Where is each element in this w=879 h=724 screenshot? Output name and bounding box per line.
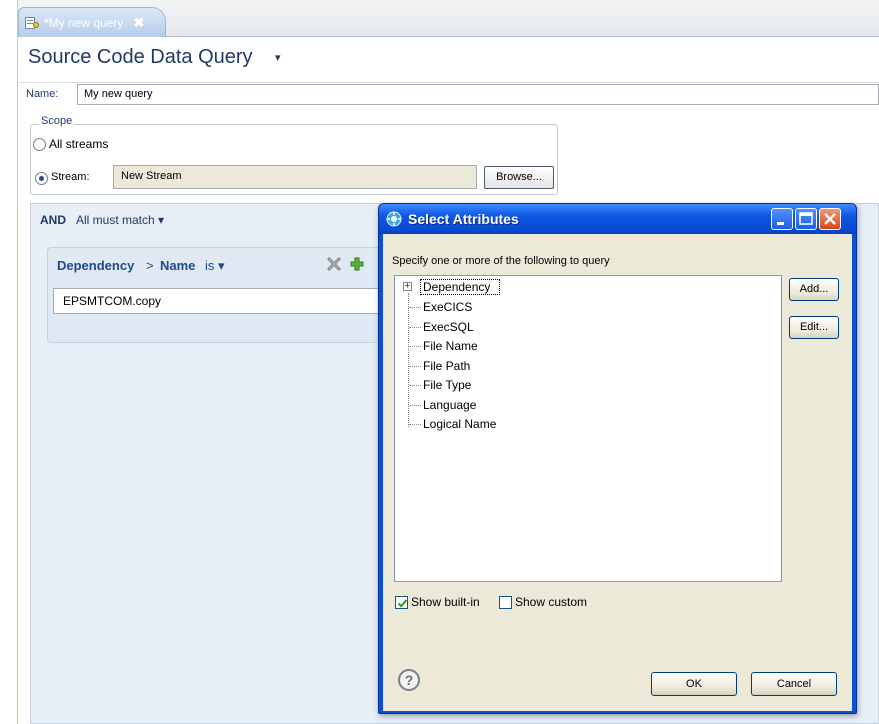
tree-branch-line <box>409 385 421 386</box>
match-mode-dropdown[interactable]: All must match ▾ <box>76 213 164 227</box>
browse-button[interactable]: Browse... <box>484 166 554 189</box>
tree-branch-line <box>409 405 421 406</box>
add-button[interactable]: Add... <box>789 278 839 301</box>
editor-left-border <box>17 0 18 724</box>
tree-branch-line <box>409 366 421 367</box>
dialog-titlebar[interactable]: Select Attributes <box>379 204 856 234</box>
tree-item-file-name[interactable]: File Name <box>423 339 478 353</box>
remove-condition-icon[interactable] <box>326 256 342 272</box>
close-button[interactable] <box>819 208 841 230</box>
checkmark-icon <box>397 599 408 608</box>
stream-radio[interactable] <box>35 172 48 185</box>
all-streams-radio[interactable] <box>33 138 46 151</box>
dialog-prompt: Specify one or more of the following to … <box>392 255 610 267</box>
scope-legend: Scope <box>39 115 75 127</box>
tab-my-new-query[interactable]: *My new query ✖ <box>18 7 166 37</box>
editor-tab-bar: *My new query ✖ <box>18 0 879 37</box>
expand-dependency-icon[interactable]: + <box>403 282 412 291</box>
tree-branch-line <box>409 327 421 328</box>
tree-item-logical-name[interactable]: Logical Name <box>423 417 496 431</box>
tree-guide-line <box>408 293 409 427</box>
and-label: AND <box>40 213 66 227</box>
stream-field: New Stream <box>113 165 477 189</box>
dialog-title: Select Attributes <box>408 211 519 227</box>
all-streams-label[interactable]: All streams <box>49 137 108 151</box>
show-built-in-label[interactable]: Show built-in <box>411 595 480 609</box>
tree-item-file-type[interactable]: File Type <box>423 378 471 392</box>
show-custom-label[interactable]: Show custom <box>515 595 587 609</box>
title-menu-chevron-icon[interactable]: ▾ <box>275 51 281 64</box>
tree-branch-line <box>409 307 421 308</box>
minimize-icon <box>777 222 784 225</box>
close-icon <box>824 213 836 225</box>
dialog-app-icon <box>386 211 402 227</box>
close-tab-icon[interactable]: ✖ <box>133 15 144 31</box>
minimize-button[interactable] <box>771 208 793 230</box>
condition-value-input[interactable]: EPSMTCOM.copy <box>53 288 383 314</box>
condition-operator-dropdown[interactable]: is ▾ <box>205 258 225 274</box>
condition-separator: > <box>146 258 154 273</box>
tree-item-language[interactable]: Language <box>423 398 476 412</box>
condition-field-link[interactable]: Name <box>160 258 195 273</box>
maximize-button[interactable] <box>795 208 817 230</box>
tree-item-dependency[interactable]: Dependency <box>423 280 490 294</box>
add-condition-icon[interactable] <box>349 256 365 272</box>
condition-attribute-link[interactable]: Dependency <box>57 258 134 273</box>
edit-button[interactable]: Edit... <box>789 316 839 339</box>
page-title: Source Code Data Query <box>28 46 253 68</box>
show-custom-checkbox[interactable] <box>499 596 512 609</box>
maximize-icon <box>799 212 813 225</box>
stream-radio-label[interactable]: Stream: <box>51 171 90 183</box>
tree-item-execsql[interactable]: ExecSQL <box>423 320 474 334</box>
tree-item-execics[interactable]: ExeCICS <box>423 300 472 314</box>
help-icon[interactable]: ? <box>398 669 420 691</box>
tab-label: *My new query <box>44 15 124 30</box>
title-divider <box>18 82 879 83</box>
tree-item-file-path[interactable]: File Path <box>423 359 470 373</box>
tree-branch-line <box>409 346 421 347</box>
show-built-in-checkbox[interactable] <box>395 596 408 609</box>
ok-button[interactable]: OK <box>651 672 737 696</box>
name-input[interactable]: My new query <box>77 84 879 105</box>
cancel-button[interactable]: Cancel <box>751 672 837 696</box>
query-file-icon <box>25 16 39 29</box>
tree-branch-line <box>409 424 421 425</box>
name-label: Name: <box>26 88 59 100</box>
